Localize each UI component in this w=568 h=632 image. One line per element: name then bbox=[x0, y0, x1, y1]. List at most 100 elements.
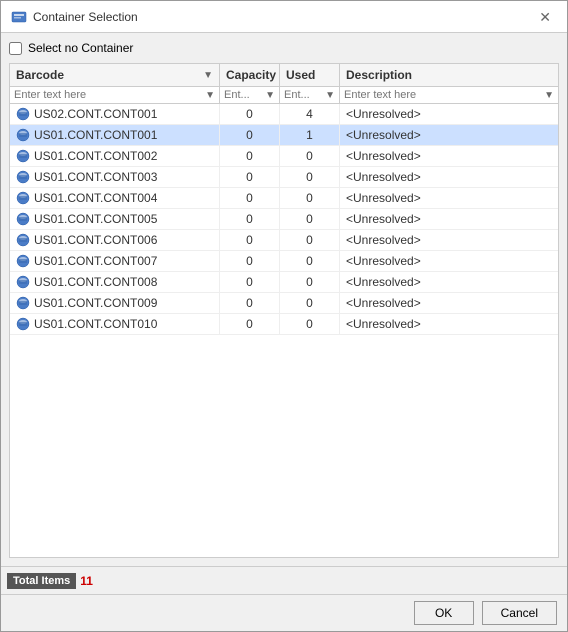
cell-capacity: 0 bbox=[220, 188, 280, 208]
cell-used: 0 bbox=[280, 314, 340, 334]
cell-used: 0 bbox=[280, 209, 340, 229]
filter-input-description[interactable] bbox=[344, 89, 544, 101]
table-row[interactable]: US01.CONT.CONT00900<Unresolved> bbox=[10, 293, 558, 314]
cell-description: <Unresolved> bbox=[340, 125, 558, 145]
cell-barcode: US01.CONT.CONT003 bbox=[10, 167, 220, 187]
cell-capacity: 0 bbox=[220, 272, 280, 292]
filter-icon-used[interactable]: ▼ bbox=[325, 90, 335, 101]
cell-barcode: US01.CONT.CONT006 bbox=[10, 230, 220, 250]
cell-barcode: US02.CONT.CONT001 bbox=[10, 104, 220, 124]
close-button[interactable]: ✕ bbox=[533, 8, 557, 26]
filter-cell-capacity: ▼ bbox=[220, 87, 280, 103]
filter-input-capacity[interactable] bbox=[224, 89, 265, 101]
table-row[interactable]: US01.CONT.CONT00700<Unresolved> bbox=[10, 251, 558, 272]
cell-description: <Unresolved> bbox=[340, 293, 558, 313]
table-row[interactable]: US01.CONT.CONT00400<Unresolved> bbox=[10, 188, 558, 209]
status-label: Total Items bbox=[7, 573, 76, 589]
footer: OK Cancel bbox=[1, 594, 567, 631]
cell-description: <Unresolved> bbox=[340, 167, 558, 187]
cell-barcode: US01.CONT.CONT005 bbox=[10, 209, 220, 229]
filter-input-barcode[interactable] bbox=[14, 89, 205, 101]
cell-capacity: 0 bbox=[220, 230, 280, 250]
cell-barcode: US01.CONT.CONT004 bbox=[10, 188, 220, 208]
filter-cell-used: ▼ bbox=[280, 87, 340, 103]
table-row[interactable]: US01.CONT.CONT01000<Unresolved> bbox=[10, 314, 558, 335]
table-row[interactable]: US01.CONT.CONT001 01<Unresolved> bbox=[10, 125, 558, 146]
row-container-icon bbox=[16, 296, 30, 310]
cell-description: <Unresolved> bbox=[340, 251, 558, 271]
barcode-text: US01.CONT.CONT010 bbox=[34, 317, 157, 331]
dialog-icon bbox=[11, 9, 27, 25]
sort-icon-barcode: ▼ bbox=[203, 70, 213, 81]
table-header: Barcode ▼ Capacity Used Description bbox=[10, 64, 558, 87]
barcode-text: US01.CONT.CONT004 bbox=[34, 191, 157, 205]
select-no-container-row: Select no Container bbox=[9, 41, 559, 55]
filter-cell-description: ▼ bbox=[340, 87, 558, 103]
table-row[interactable]: US01.CONT.CONT00600<Unresolved> bbox=[10, 230, 558, 251]
row-container-icon bbox=[16, 254, 30, 268]
cell-description: <Unresolved> bbox=[340, 230, 558, 250]
status-bar: Total Items 11 bbox=[1, 566, 567, 594]
cell-used: 1 bbox=[280, 125, 340, 145]
barcode-text: US01.CONT.CONT002 bbox=[34, 149, 157, 163]
barcode-text: US01.CONT.CONT001 bbox=[34, 128, 157, 142]
row-container-icon bbox=[16, 107, 30, 121]
row-container-icon bbox=[16, 128, 30, 142]
cell-used: 0 bbox=[280, 272, 340, 292]
ok-button[interactable]: OK bbox=[414, 601, 474, 625]
cell-description: <Unresolved> bbox=[340, 188, 558, 208]
table-row[interactable]: US02.CONT.CONT001 04<Unresolved> bbox=[10, 104, 558, 125]
table-row[interactable]: US01.CONT.CONT00500<Unresolved> bbox=[10, 209, 558, 230]
barcode-text: US01.CONT.CONT006 bbox=[34, 233, 157, 247]
cell-barcode: US01.CONT.CONT007 bbox=[10, 251, 220, 271]
cell-used: 0 bbox=[280, 230, 340, 250]
cell-used: 0 bbox=[280, 188, 340, 208]
filter-icon-description[interactable]: ▼ bbox=[544, 90, 554, 101]
barcode-text: US01.CONT.CONT003 bbox=[34, 170, 157, 184]
table-row[interactable]: US01.CONT.CONT00200<Unresolved> bbox=[10, 146, 558, 167]
select-no-container-checkbox[interactable] bbox=[9, 42, 22, 55]
row-container-icon bbox=[16, 191, 30, 205]
table-body: US02.CONT.CONT00104<Unresolved>US01.CONT… bbox=[10, 104, 558, 557]
filter-icon-barcode[interactable]: ▼ bbox=[205, 90, 215, 101]
data-table: Barcode ▼ Capacity Used Description ▼ bbox=[9, 63, 559, 558]
dialog-content: Select no Container Barcode ▼ Capacity U… bbox=[1, 33, 567, 566]
barcode-text: US01.CONT.CONT009 bbox=[34, 296, 157, 310]
status-value: 11 bbox=[80, 574, 93, 588]
table-row[interactable]: US01.CONT.CONT00300<Unresolved> bbox=[10, 167, 558, 188]
cell-barcode: US01.CONT.CONT002 bbox=[10, 146, 220, 166]
cell-capacity: 0 bbox=[220, 293, 280, 313]
cell-barcode: US01.CONT.CONT010 bbox=[10, 314, 220, 334]
barcode-text: US01.CONT.CONT005 bbox=[34, 212, 157, 226]
cell-used: 0 bbox=[280, 293, 340, 313]
cell-capacity: 0 bbox=[220, 314, 280, 334]
cell-used: 4 bbox=[280, 104, 340, 124]
cancel-button[interactable]: Cancel bbox=[482, 601, 557, 625]
row-container-icon bbox=[16, 149, 30, 163]
filter-input-used[interactable] bbox=[284, 89, 325, 101]
cell-description: <Unresolved> bbox=[340, 272, 558, 292]
cell-used: 0 bbox=[280, 146, 340, 166]
cell-barcode: US01.CONT.CONT009 bbox=[10, 293, 220, 313]
col-header-capacity: Capacity bbox=[220, 64, 280, 86]
col-header-description: Description bbox=[340, 64, 558, 86]
cell-capacity: 0 bbox=[220, 251, 280, 271]
title-bar: Container Selection ✕ bbox=[1, 1, 567, 33]
cell-capacity: 0 bbox=[220, 167, 280, 187]
row-container-icon bbox=[16, 170, 30, 184]
cell-capacity: 0 bbox=[220, 209, 280, 229]
filter-icon-capacity[interactable]: ▼ bbox=[265, 90, 275, 101]
cell-capacity: 0 bbox=[220, 104, 280, 124]
cell-description: <Unresolved> bbox=[340, 209, 558, 229]
barcode-text: US01.CONT.CONT007 bbox=[34, 254, 157, 268]
title-bar-left: Container Selection bbox=[11, 9, 138, 25]
container-selection-dialog: Container Selection ✕ Select no Containe… bbox=[0, 0, 568, 632]
table-row[interactable]: US01.CONT.CONT00800<Unresolved> bbox=[10, 272, 558, 293]
row-container-icon bbox=[16, 212, 30, 226]
row-container-icon bbox=[16, 233, 30, 247]
barcode-text: US02.CONT.CONT001 bbox=[34, 107, 157, 121]
cell-description: <Unresolved> bbox=[340, 104, 558, 124]
row-container-icon bbox=[16, 275, 30, 289]
col-header-barcode: Barcode ▼ bbox=[10, 64, 220, 86]
cell-capacity: 0 bbox=[220, 125, 280, 145]
